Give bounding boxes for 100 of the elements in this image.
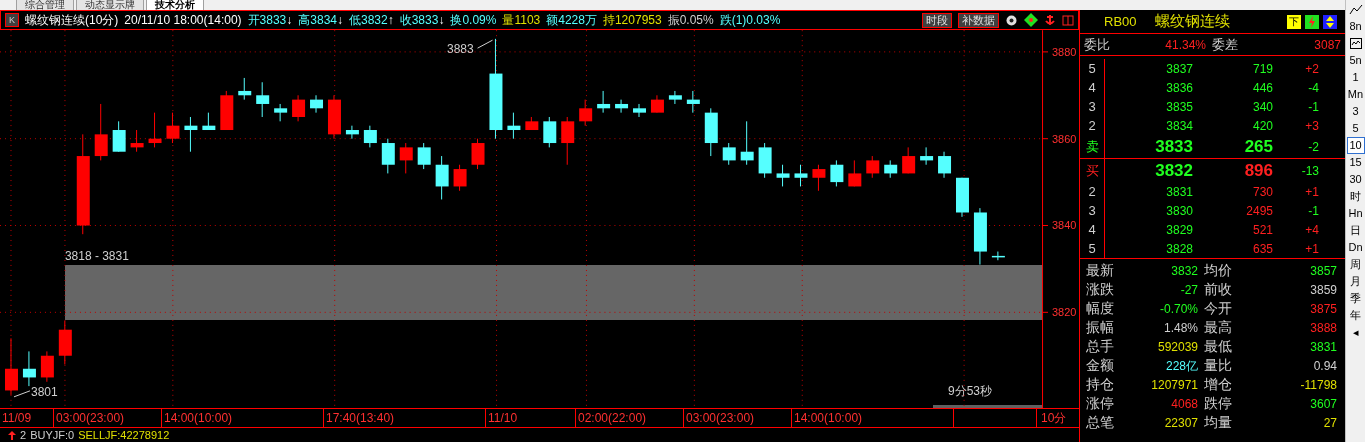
book-change: +3	[1304, 117, 1319, 135]
stat-label: 最低	[1204, 337, 1233, 356]
countdown-label: 9分53秒	[948, 383, 993, 400]
candle	[597, 90, 611, 114]
tab[interactable]: 技术分析	[146, 0, 204, 10]
period-button[interactable]: 5n	[1346, 52, 1365, 69]
candle	[686, 90, 700, 114]
period-button[interactable]: 1	[1346, 69, 1365, 86]
candle	[973, 207, 987, 266]
candle	[991, 251, 1005, 261]
stat-label: 幅度	[1086, 299, 1115, 318]
header-stat: 额4228万	[546, 12, 597, 29]
candle	[130, 129, 144, 153]
header-stat: 量1103	[502, 12, 541, 29]
zone-range-label: 3818 - 3831	[64, 248, 129, 263]
book-level: 5	[1087, 239, 1097, 258]
period-button[interactable]: 日	[1346, 222, 1365, 239]
gear-icon[interactable]	[1005, 13, 1018, 27]
period-button[interactable]: Mn	[1346, 86, 1365, 103]
candle	[938, 151, 952, 179]
period-button[interactable]: 30	[1346, 171, 1365, 188]
stat-label: 涨停	[1086, 394, 1115, 413]
period-button[interactable]: Hn	[1346, 205, 1365, 222]
candle	[507, 112, 521, 140]
stat-value: 27	[1322, 414, 1337, 432]
period-button[interactable]: 10	[1346, 137, 1365, 154]
candle	[435, 155, 449, 200]
book-change: -4	[1307, 79, 1319, 97]
period-button[interactable]: 15	[1346, 154, 1365, 171]
price-axis-label: 3840	[1052, 219, 1077, 232]
candle	[292, 94, 306, 122]
stat-value: 1207971	[1150, 376, 1198, 394]
book-volume: 521	[1251, 221, 1273, 239]
period-button[interactable]: 时	[1346, 188, 1365, 205]
book-change: -13	[1300, 162, 1319, 180]
formula-index: 2	[20, 429, 27, 441]
candle	[471, 138, 485, 170]
header-stat: 换0.09%	[450, 12, 497, 29]
period-button[interactable]: ◂	[1346, 324, 1365, 341]
period-button[interactable]: 8n	[1346, 18, 1365, 35]
book-price: 3832	[1154, 159, 1193, 182]
stat-value: -0.70%	[1158, 300, 1198, 318]
scrollbar[interactable]	[933, 405, 1043, 408]
book-volume: 2495	[1245, 202, 1273, 220]
diamond-icon[interactable]	[1024, 13, 1038, 27]
candle	[166, 112, 180, 144]
period-button[interactable]: 周	[1346, 256, 1365, 273]
candle	[543, 116, 557, 148]
book-level: 4	[1087, 220, 1097, 239]
stat-label: 持仓	[1086, 375, 1115, 394]
stat-value: 3859	[1309, 281, 1337, 299]
stat-label: 最高	[1204, 318, 1233, 337]
toolbar-button[interactable]: 时段	[922, 12, 952, 28]
up-down-icon[interactable]	[1323, 14, 1337, 29]
stat-label: 总手	[1086, 337, 1115, 356]
candle	[650, 94, 664, 114]
tab[interactable]: 综合管理	[16, 0, 74, 10]
stat-label: 最新	[1086, 261, 1115, 280]
header-stat: 低3832↑	[349, 12, 394, 29]
tab[interactable]: 动态显示牌	[76, 0, 144, 10]
candle	[902, 146, 916, 174]
book-price: 3828	[1165, 240, 1193, 258]
candle	[310, 94, 323, 114]
anchor-icon[interactable]	[1044, 14, 1056, 26]
candle	[112, 120, 126, 153]
book-level: 2	[1087, 182, 1097, 201]
stat-label: 跌停	[1204, 394, 1233, 413]
candle	[956, 177, 969, 218]
period-button[interactable]: 月	[1346, 273, 1365, 290]
bolt-icon[interactable]	[1305, 14, 1319, 29]
book-level: 3	[1087, 97, 1097, 116]
candle	[381, 138, 395, 174]
stat-value: 592039	[1156, 338, 1198, 356]
period-button[interactable]: Dn	[1346, 239, 1365, 256]
candle	[453, 164, 467, 192]
candle	[668, 90, 682, 105]
book-volume: 420	[1251, 117, 1273, 135]
panel-toggle-icon[interactable]	[1062, 14, 1074, 26]
mode-button[interactable]: K	[5, 13, 19, 27]
book-change: -1	[1307, 202, 1319, 220]
quote-badge[interactable]: 下	[1287, 14, 1301, 29]
period-button[interactable]: 3	[1346, 103, 1365, 120]
book-change: -2	[1307, 138, 1319, 156]
book-volume: 446	[1251, 79, 1273, 97]
candle	[884, 159, 898, 179]
period-button[interactable]: 5	[1346, 120, 1365, 137]
candle	[776, 164, 790, 187]
period-button[interactable]: 季	[1346, 290, 1365, 307]
header-stat: 高3834↓	[298, 12, 343, 29]
candle	[40, 350, 54, 383]
period-button[interactable]: 年	[1346, 307, 1365, 324]
candle	[184, 116, 198, 153]
stat-value: 228亿	[1164, 357, 1198, 375]
arrow-up-icon	[8, 430, 16, 440]
line-chart-icon[interactable]	[1348, 4, 1363, 16]
book-change: +2	[1304, 60, 1319, 78]
time-axis-label: 02:00(22:00)	[576, 409, 684, 427]
toolbar-button[interactable]: 补数据	[958, 12, 999, 28]
candle	[238, 77, 252, 101]
candle	[866, 155, 880, 179]
